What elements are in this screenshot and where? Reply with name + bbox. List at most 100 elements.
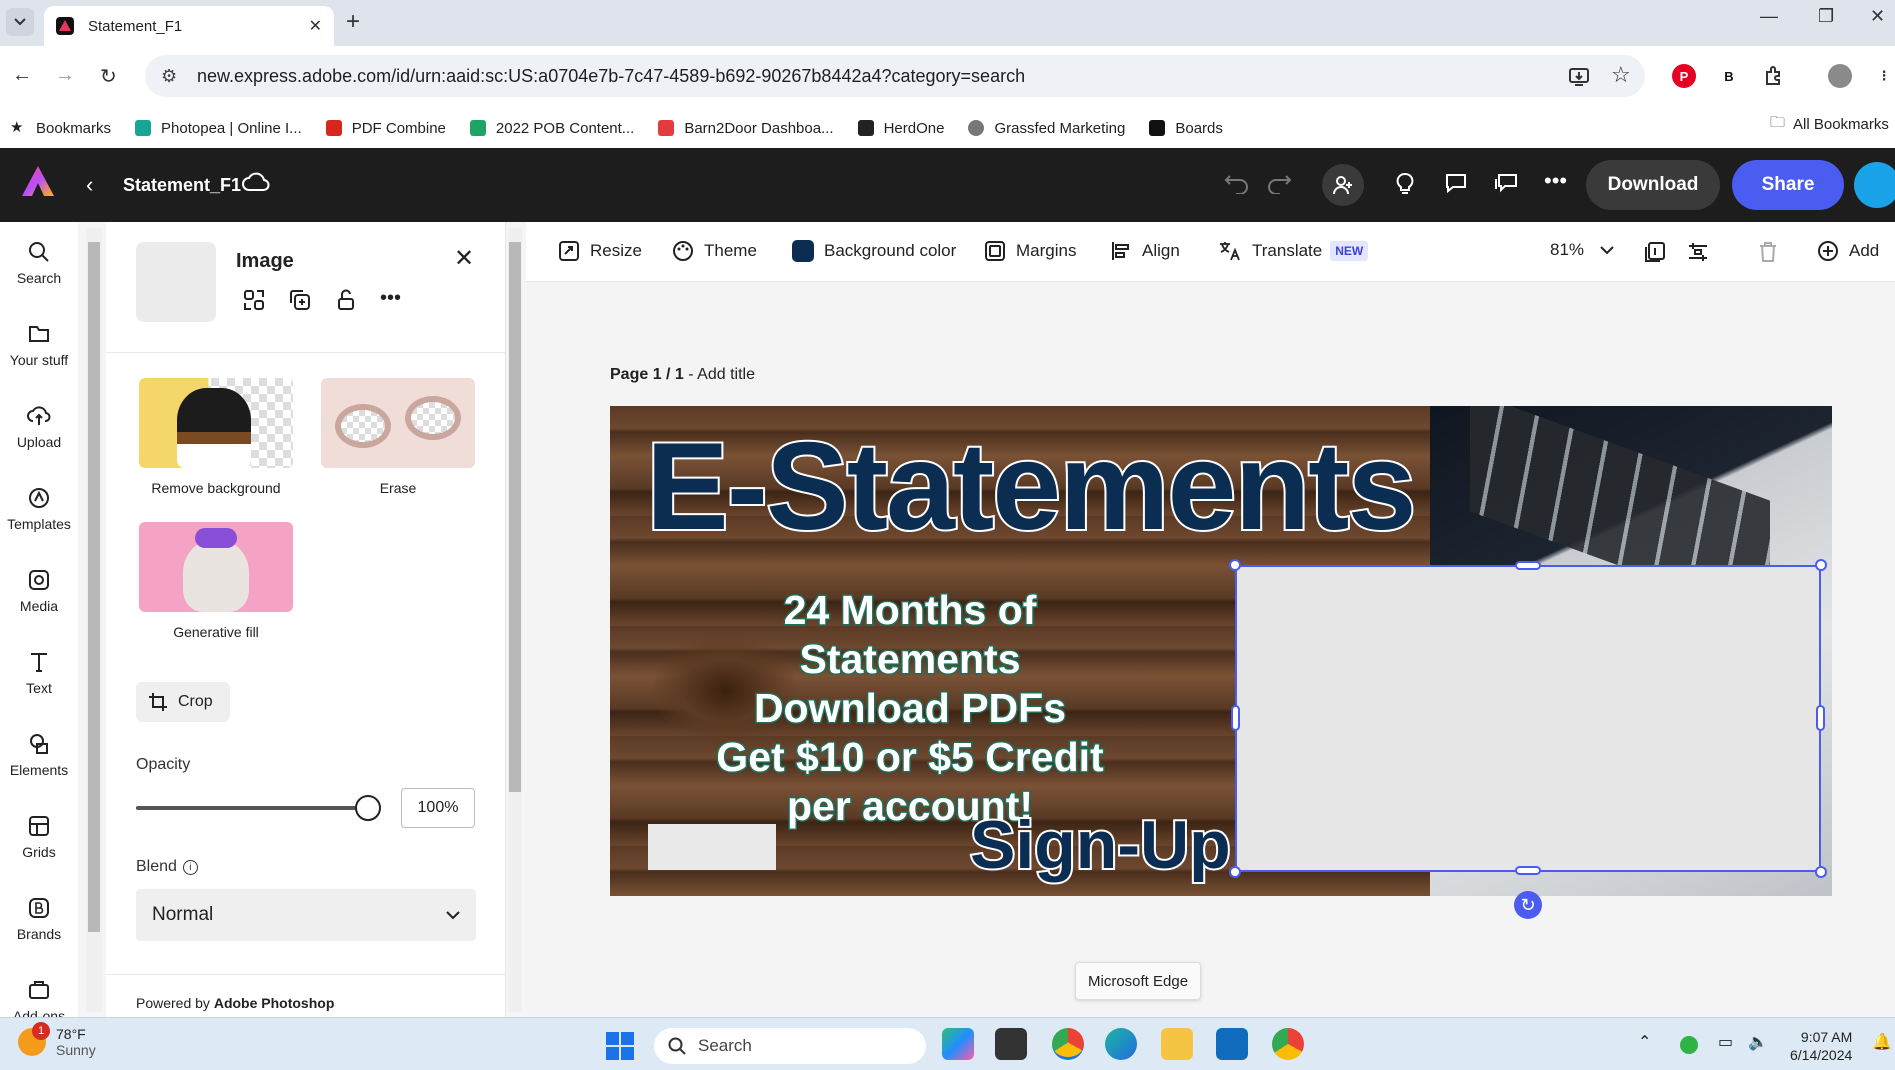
copilot-icon[interactable]	[942, 1028, 974, 1060]
white-rectangle[interactable]	[648, 824, 776, 870]
rail-item-media[interactable]: Media	[0, 568, 78, 614]
new-tab-icon[interactable]: +	[346, 8, 360, 36]
rail-item-grids[interactable]: Grids	[0, 814, 78, 860]
translate-button[interactable]: Translate NEW	[1218, 240, 1369, 262]
volume-icon[interactable]: 🔈	[1748, 1032, 1768, 1052]
scrollbar-thumb[interactable]	[88, 242, 100, 932]
present-icon[interactable]	[1493, 172, 1519, 194]
generative-fill-tile[interactable]: Generative fill	[136, 522, 296, 640]
invite-button[interactable]	[1322, 164, 1364, 206]
bookmark-item[interactable]: Boards	[1149, 120, 1223, 137]
add-button[interactable]: Add	[1817, 240, 1879, 262]
slider-knob[interactable]	[355, 795, 381, 821]
notification-bell-icon[interactable]: 🔔	[1872, 1032, 1892, 1052]
restore-icon[interactable]: ❐	[1818, 6, 1834, 27]
file-app-icon[interactable]	[995, 1028, 1027, 1060]
more-icon[interactable]: •••	[380, 288, 401, 312]
back-icon[interactable]: ←	[12, 64, 32, 87]
share-button[interactable]: Share	[1732, 160, 1844, 210]
close-window-icon[interactable]: ✕	[1870, 6, 1885, 27]
tab-close-icon[interactable]: ✕	[309, 16, 322, 36]
weather-widget[interactable]: 1 78°F Sunny	[18, 1022, 96, 1058]
network-icon[interactable]: ▭	[1718, 1032, 1733, 1052]
chrome-icon[interactable]	[1052, 1028, 1084, 1060]
lightbulb-icon[interactable]	[1394, 172, 1416, 196]
margins-button[interactable]: Margins	[984, 240, 1076, 262]
profile-avatar[interactable]	[1828, 64, 1852, 88]
rail-item-your-stuff[interactable]: Your stuff	[0, 322, 78, 368]
resize-handle-top[interactable]	[1515, 561, 1541, 570]
rail-item-brands[interactable]: Brands	[0, 896, 78, 942]
theme-button[interactable]: Theme	[672, 240, 757, 262]
bookmark-item[interactable]: Barn2Door Dashboa...	[658, 120, 834, 137]
rail-item-upload[interactable]: Upload	[0, 404, 78, 450]
bookmark-item[interactable]: Grassfed Marketing	[968, 120, 1125, 137]
pages-icon[interactable]	[1644, 241, 1666, 263]
background-color-button[interactable]: Background color	[792, 240, 956, 262]
delete-icon[interactable]	[1758, 241, 1778, 263]
opacity-slider[interactable]	[136, 795, 381, 821]
windows-start-icon[interactable]	[606, 1032, 634, 1060]
minimize-icon[interactable]: —	[1760, 6, 1778, 27]
bookmark-item[interactable]: PDF Combine	[325, 120, 446, 137]
erase-tile[interactable]: Erase	[318, 378, 478, 496]
forward-icon[interactable]: →	[55, 64, 75, 87]
rail-item-templates[interactable]: Templates	[0, 486, 78, 532]
bookmark-star-icon[interactable]: ☆	[1611, 62, 1631, 88]
edge-icon[interactable]	[1105, 1028, 1137, 1060]
align-button[interactable]: Align	[1110, 240, 1180, 262]
info-icon[interactable]: i	[182, 859, 198, 875]
bookmark-item[interactable]: HerdOne	[857, 120, 944, 137]
rail-item-text[interactable]: Text	[0, 650, 78, 696]
resize-handle-tl[interactable]	[1229, 559, 1241, 571]
design-body-text[interactable]: 24 Months of Statements Download PDFs Ge…	[670, 586, 1150, 831]
resize-handle-br[interactable]	[1815, 866, 1827, 878]
address-bar[interactable]: ⚙ new.express.adobe.com/id/urn:aaid:sc:U…	[145, 55, 1645, 97]
status-dot-icon[interactable]	[1680, 1036, 1698, 1054]
extensions-puzzle-icon[interactable]	[1762, 64, 1786, 88]
scrollbar-thumb[interactable]	[509, 242, 521, 792]
resize-handle-left[interactable]	[1231, 705, 1240, 731]
rail-item-elements[interactable]: Elements	[0, 732, 78, 778]
chrome-profile-icon[interactable]	[1272, 1028, 1304, 1060]
bookmark-item[interactable]: Photopea | Online I...	[135, 120, 302, 137]
all-bookmarks[interactable]: 🗀 All Bookmarks	[1770, 112, 1895, 137]
system-clock[interactable]: 9:07 AM 6/14/2024	[1790, 1028, 1852, 1064]
rail-item-addons[interactable]: Add-ons	[0, 978, 78, 1017]
browser-menu-icon[interactable]: ⋮	[1872, 64, 1895, 88]
redo-icon[interactable]	[1266, 172, 1292, 194]
user-avatar[interactable]	[1854, 162, 1895, 208]
remove-background-tile[interactable]: Remove background	[136, 378, 296, 496]
duplicate-icon[interactable]	[288, 288, 312, 312]
blend-mode-select[interactable]: Normal	[136, 889, 476, 941]
rail-scrollbar[interactable]	[86, 228, 102, 1012]
more-options-icon[interactable]: •••	[1544, 168, 1567, 194]
resize-handle-right[interactable]	[1816, 705, 1825, 731]
rail-item-search[interactable]: Search	[0, 240, 78, 286]
unlock-icon[interactable]	[334, 288, 358, 312]
download-button[interactable]: Download	[1586, 160, 1720, 210]
layers-icon[interactable]	[1687, 241, 1709, 263]
rotate-handle-icon[interactable]: ↻	[1514, 891, 1542, 919]
reload-icon[interactable]: ↻	[100, 64, 117, 89]
close-icon[interactable]: ✕	[454, 244, 474, 273]
zoom-select[interactable]: 81%	[1550, 240, 1624, 260]
tab-list-button[interactable]	[6, 8, 34, 36]
back-chevron-icon[interactable]: ‹	[86, 172, 93, 198]
resize-button[interactable]: Resize	[558, 240, 642, 262]
resize-handle-tr[interactable]	[1815, 559, 1827, 571]
install-app-icon[interactable]	[1568, 66, 1590, 88]
adobe-express-logo-icon[interactable]	[22, 166, 54, 196]
cloud-sync-icon[interactable]	[242, 172, 270, 192]
selected-image[interactable]	[1235, 565, 1821, 872]
bookmark-item[interactable]: 2022 POB Content...	[469, 120, 634, 137]
pinterest-extension-icon[interactable]: P	[1672, 64, 1696, 88]
undo-icon[interactable]	[1224, 172, 1250, 194]
resize-handle-bl[interactable]	[1229, 866, 1241, 878]
panel-scrollbar[interactable]	[508, 228, 522, 1012]
file-explorer-icon[interactable]	[1161, 1028, 1193, 1060]
document-name[interactable]: Statement_F1	[123, 175, 241, 196]
bookmark-item[interactable]: ★ Bookmarks	[10, 120, 111, 137]
b-extension-icon[interactable]: B	[1717, 64, 1741, 88]
resize-handle-bottom[interactable]	[1515, 866, 1541, 875]
